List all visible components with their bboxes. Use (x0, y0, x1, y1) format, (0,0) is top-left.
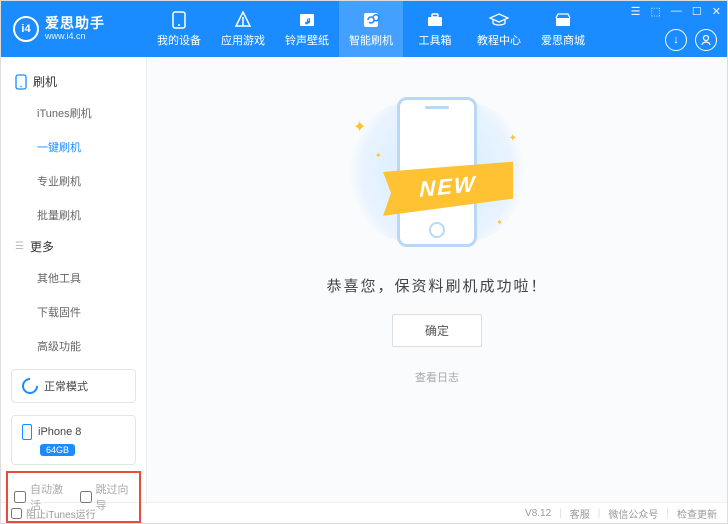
illustration: ✦ ✦ ✦ ✦ NEW (327, 87, 547, 257)
nav-tutorial[interactable]: 教程中心 (467, 1, 531, 57)
device-name: iPhone 8 (38, 426, 81, 438)
side-other-tools[interactable]: 其他工具 (1, 261, 146, 295)
nav-store[interactable]: 爱思商城 (531, 1, 595, 57)
mode-box[interactable]: 正常模式 (11, 369, 136, 403)
minimize-icon[interactable]: — (671, 5, 682, 18)
side-download-fw[interactable]: 下载固件 (1, 295, 146, 329)
side-advanced[interactable]: 高级功能 (1, 329, 146, 363)
phone-icon (15, 74, 27, 90)
logo[interactable]: i4 爱思助手 www.i4.cn (1, 16, 147, 42)
phone-mini-icon (22, 424, 32, 440)
update-link[interactable]: 检查更新 (677, 506, 717, 521)
music-icon (298, 11, 316, 29)
app-title: 爱思助手 (45, 16, 105, 31)
menu-icon[interactable]: ☰ (631, 5, 641, 18)
wechat-link[interactable]: 微信公众号 (608, 506, 658, 521)
store-icon (554, 11, 572, 29)
section-more: ☰ 更多 (1, 232, 146, 261)
toolbox-icon (426, 11, 444, 29)
section-flash: 刷机 (1, 67, 146, 96)
nav-flash[interactable]: 智能刷机 (339, 1, 403, 57)
side-itunes-flash[interactable]: iTunes刷机 (1, 96, 146, 130)
lock-icon[interactable]: ⬚ (651, 5, 661, 18)
nav-toolbox[interactable]: 工具箱 (403, 1, 467, 57)
nav-tabs: 我的设备 应用游戏 铃声壁纸 智能刷机 工具箱 教程中心 爱思商城 (147, 1, 595, 57)
success-message: 恭喜您，保资料刷机成功啦！ (326, 275, 547, 296)
burger-icon: ☰ (15, 241, 24, 252)
maximize-icon[interactable]: ☐ (692, 5, 702, 18)
app-url: www.i4.cn (45, 32, 105, 42)
block-itunes-check[interactable]: 阻止iTunes运行 (11, 506, 96, 521)
ok-button[interactable]: 确定 (392, 314, 482, 347)
logo-icon: i4 (13, 16, 39, 42)
flash-icon (362, 11, 380, 29)
user-icon[interactable] (695, 29, 717, 51)
nav-my-device[interactable]: 我的设备 (147, 1, 211, 57)
side-oneclick-flash[interactable]: 一键刷机 (1, 130, 146, 164)
view-log-link[interactable]: 查看日志 (415, 369, 459, 385)
device-icon (172, 11, 186, 29)
download-icon[interactable]: ↓ (665, 29, 687, 51)
version-label: V8.12 (525, 508, 551, 519)
apps-icon (234, 11, 252, 29)
tutorial-icon (489, 11, 509, 29)
support-link[interactable]: 客服 (570, 506, 590, 521)
close-icon[interactable]: ✕ (712, 5, 721, 18)
device-box[interactable]: iPhone 8 64GB (11, 415, 136, 465)
side-pro-flash[interactable]: 专业刷机 (1, 164, 146, 198)
sidebar: 刷机 iTunes刷机 一键刷机 专业刷机 批量刷机 ☰ 更多 其他工具 下载固… (1, 57, 147, 502)
nav-apps[interactable]: 应用游戏 (211, 1, 275, 57)
mode-icon (19, 375, 42, 398)
main-panel: ✦ ✦ ✦ ✦ NEW 恭喜您，保资料刷机成功啦！ 确定 查看日志 (147, 57, 727, 502)
side-batch-flash[interactable]: 批量刷机 (1, 198, 146, 232)
capacity-badge: 64GB (40, 444, 75, 456)
nav-ringtone[interactable]: 铃声壁纸 (275, 1, 339, 57)
window-controls: ☰ ⬚ — ☐ ✕ (631, 5, 721, 18)
header: i4 爱思助手 www.i4.cn 我的设备 应用游戏 铃声壁纸 智能刷机 工具… (1, 1, 727, 57)
